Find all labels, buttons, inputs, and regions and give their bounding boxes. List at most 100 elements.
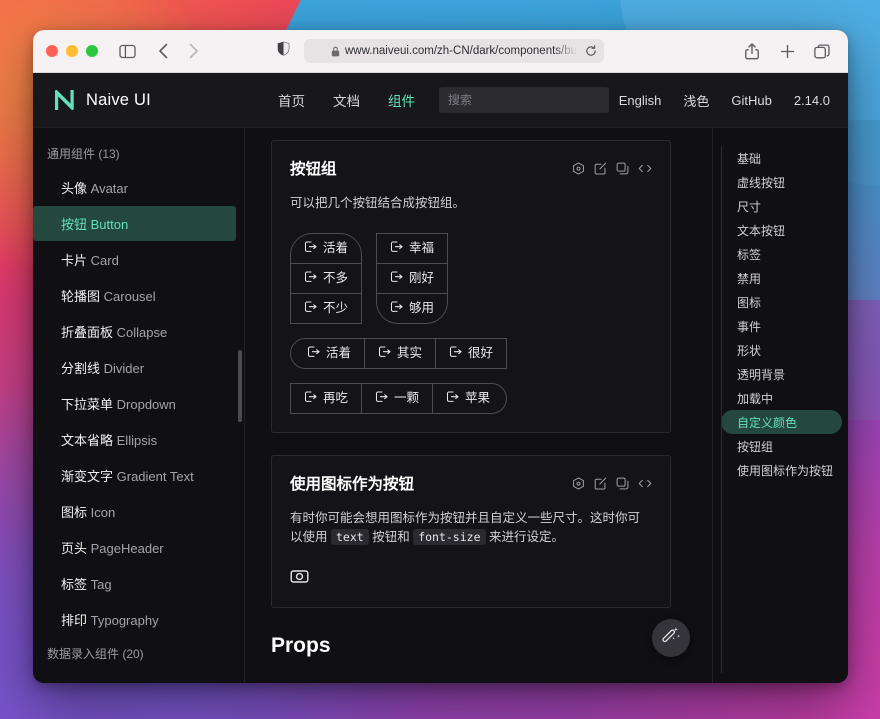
cash-icon xyxy=(390,300,403,317)
search-input[interactable] xyxy=(448,93,600,107)
sidebar-item-zh: 卡片 xyxy=(61,253,88,268)
demo-button[interactable]: 不少 xyxy=(290,294,363,324)
sidebar-item-avatar[interactable]: 头像 Avatar xyxy=(33,170,236,205)
body-row: 通用组件 (13) 头像 Avatar 按钮 Button 卡片 Card 轮播… xyxy=(33,128,848,683)
brand[interactable]: Naive UI xyxy=(53,88,278,112)
reload-icon[interactable] xyxy=(585,45,597,57)
sidebar-item-ellipsis[interactable]: 文本省略 Ellipsis xyxy=(33,422,236,457)
toc-item-basic[interactable]: 基础 xyxy=(721,146,848,170)
toc-item-text-button[interactable]: 文本按钮 xyxy=(721,218,848,242)
sidebar-item-typography[interactable]: 排印 Typography xyxy=(33,602,236,637)
back-icon[interactable] xyxy=(150,38,176,64)
sidebar-item-zh: 页头 xyxy=(61,541,88,556)
toc-item-events[interactable]: 事件 xyxy=(721,314,848,338)
copy-icon[interactable] xyxy=(616,162,629,175)
demo-button-label: 活着 xyxy=(323,241,349,255)
sidebar-item-collapse[interactable]: 折叠面板 Collapse xyxy=(33,314,236,349)
demo-button[interactable]: 再吃 xyxy=(290,383,363,414)
forward-icon[interactable] xyxy=(180,38,206,64)
theme-editor-button[interactable] xyxy=(652,619,690,657)
share-icon[interactable] xyxy=(739,38,765,64)
cash-icon xyxy=(390,270,403,287)
sidebar-item-zh: 渐变文字 xyxy=(61,469,114,484)
toc-item-button-group[interactable]: 按钮组 xyxy=(721,434,848,458)
sidebar-item-zh: 文本省略 xyxy=(61,433,114,448)
main-nav: 首页 文档 组件 xyxy=(278,90,415,110)
maximize-window-button[interactable] xyxy=(86,45,98,57)
nav-item-docs[interactable]: 文档 xyxy=(333,90,360,110)
lock-icon xyxy=(331,46,340,57)
sidebar-item-zh: 轮播图 xyxy=(61,289,101,304)
demo-button[interactable]: 活着 xyxy=(290,338,366,369)
cube-icon[interactable] xyxy=(572,161,585,175)
sidebar-item-zh: 下拉菜单 xyxy=(61,397,114,412)
address-bar[interactable]: www.naiveui.com/zh-CN/dark/components/bu… xyxy=(304,39,604,63)
sidebar-item-en: Card xyxy=(90,253,119,268)
demo-button-label: 其实 xyxy=(397,346,423,360)
edit-icon[interactable] xyxy=(594,477,607,490)
card-title: 使用图标作为按钮 xyxy=(290,476,415,493)
search-box[interactable] xyxy=(439,87,609,113)
cash-icon xyxy=(307,345,320,362)
sidebar-item-carousel[interactable]: 轮播图 Carousel xyxy=(33,278,236,313)
edit-icon[interactable] xyxy=(594,162,607,175)
language-switch[interactable]: English xyxy=(619,93,662,108)
demo-button[interactable]: 刚好 xyxy=(376,264,449,294)
toc-item-icon[interactable]: 图标 xyxy=(721,290,848,314)
code-icon[interactable] xyxy=(638,162,652,175)
toc-item-icon-as-button[interactable]: 使用图标作为按钮 xyxy=(721,458,848,482)
cube-icon[interactable] xyxy=(572,476,585,490)
card-tools xyxy=(572,161,652,175)
theme-switch[interactable]: 浅色 xyxy=(683,91,709,110)
toc-item-shape[interactable]: 形状 xyxy=(721,338,848,362)
sidebar-item-en: Typography xyxy=(90,613,159,628)
version-selector[interactable]: 2.14.0 xyxy=(794,93,830,108)
toc-item-loading[interactable]: 加载中 xyxy=(721,386,848,410)
toc-rail xyxy=(721,146,722,673)
close-window-button[interactable] xyxy=(46,45,58,57)
demo-button[interactable]: 苹果 xyxy=(433,383,508,414)
sidebar-item-dropdown[interactable]: 下拉菜单 Dropdown xyxy=(33,386,236,421)
toc-item-disabled[interactable]: 禁用 xyxy=(721,266,848,290)
sidebar-item-icon[interactable]: 图标 Icon xyxy=(33,494,236,529)
demo-button[interactable]: 其实 xyxy=(365,338,437,369)
toc-item-tag[interactable]: 标签 xyxy=(721,242,848,266)
button-group-vertical-round-top: 活着 不多 不少 xyxy=(290,233,363,324)
sidebar-item-page-header[interactable]: 页头 PageHeader xyxy=(33,530,236,565)
naive-ui-logo-icon xyxy=(53,88,75,112)
demo-icon-button[interactable] xyxy=(290,567,309,589)
code-icon[interactable] xyxy=(638,477,652,490)
toc-item-custom-color[interactable]: 自定义颜色 xyxy=(721,410,842,434)
minimize-window-button[interactable] xyxy=(66,45,78,57)
demo-button[interactable]: 很好 xyxy=(436,338,508,369)
sidebar-icon[interactable] xyxy=(114,38,140,64)
button-group-horizontal-round-left: 活着 其实 很好 xyxy=(290,338,508,369)
demo-button[interactable]: 不多 xyxy=(290,264,363,294)
copy-icon[interactable] xyxy=(616,477,629,490)
sidebar-scrollbar[interactable] xyxy=(238,350,242,422)
toc-item-ghost[interactable]: 透明背景 xyxy=(721,362,848,386)
sidebar-item-tag[interactable]: 标签 Tag xyxy=(33,566,236,601)
site-root: Naive UI 首页 文档 组件 English 浅色 GitHub 2.14… xyxy=(33,73,848,683)
plus-icon[interactable] xyxy=(774,38,800,64)
toc-item-dashed[interactable]: 虚线按钮 xyxy=(721,170,848,194)
sidebar-item-en: Ellipsis xyxy=(116,433,158,448)
github-link[interactable]: GitHub xyxy=(731,93,771,108)
sidebar-item-card[interactable]: 卡片 Card xyxy=(33,242,236,277)
demo-button[interactable]: 活着 xyxy=(290,233,363,264)
sidebar-item-en: Divider xyxy=(103,361,145,376)
demo-button[interactable]: 一颗 xyxy=(362,383,434,414)
browser-toolbar: www.naiveui.com/zh-CN/dark/components/bu… xyxy=(33,30,848,73)
demo-button[interactable]: 幸福 xyxy=(376,233,449,264)
toc-item-size[interactable]: 尺寸 xyxy=(721,194,848,218)
nav-item-components[interactable]: 组件 xyxy=(388,90,415,110)
sidebar-item-divider[interactable]: 分割线 Divider xyxy=(33,350,236,385)
cash-icon xyxy=(378,345,391,362)
sidebar-item-en: PageHeader xyxy=(90,541,164,556)
nav-item-home[interactable]: 首页 xyxy=(278,90,305,110)
tab-overview-icon[interactable] xyxy=(809,38,835,64)
sidebar-item-gradient-text[interactable]: 渐变文字 Gradient Text xyxy=(33,458,236,493)
sidebar-item-button[interactable]: 按钮 Button xyxy=(33,206,236,241)
shield-icon[interactable] xyxy=(277,41,290,61)
demo-button[interactable]: 够用 xyxy=(376,294,449,324)
